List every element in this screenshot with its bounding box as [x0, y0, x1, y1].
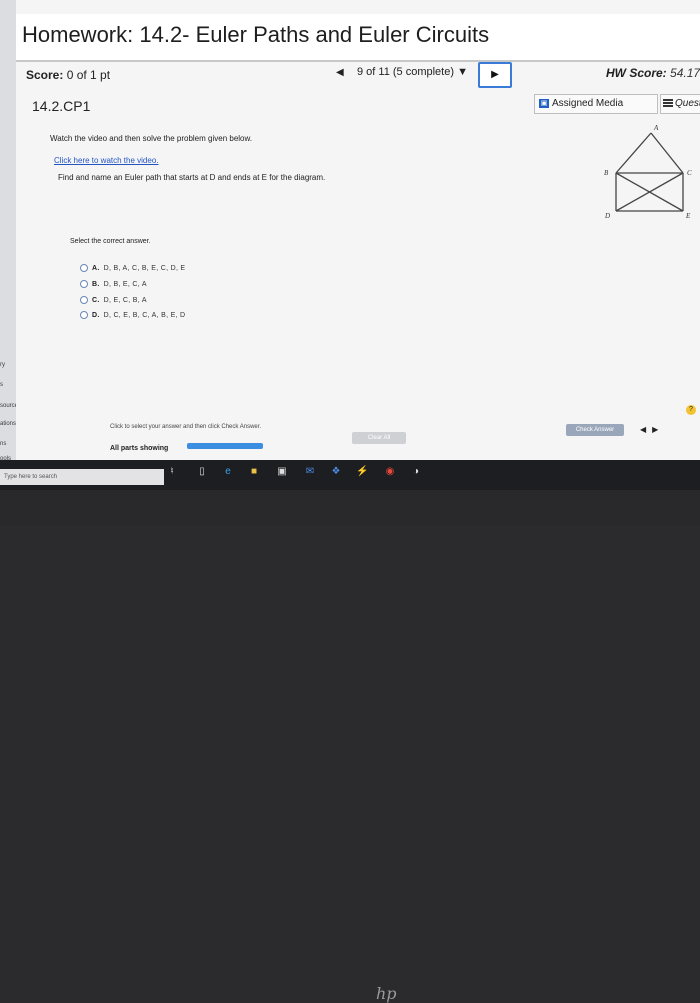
screen: ry s sources ations ns ools › › › Homewo…: [0, 0, 700, 490]
question-nav-arrows[interactable]: ◀▶: [640, 425, 664, 434]
hw-score-label: HW Score:: [606, 66, 667, 80]
vertex-label-a: A: [653, 124, 659, 132]
footer-instruction: Click to select your answer and then cli…: [110, 424, 262, 430]
euler-diagram: A B C D E: [604, 124, 692, 220]
choice-text: D, E, C, B, A: [103, 296, 147, 304]
left-navigation: [0, 0, 17, 490]
assigned-media-button[interactable]: ▣ Assigned Media: [534, 94, 658, 114]
assigned-media-label: Assigned Media: [552, 98, 624, 109]
page-title: Homework: 14.2- Euler Paths and Euler Ci…: [22, 22, 490, 47]
sidebar-item[interactable]: ations: [0, 421, 16, 427]
taskbar: Type here to search ♮ ▯ e ■ ▣ ✉ ❖ ⚡ ◉ ◑: [0, 460, 700, 490]
app-icon[interactable]: ⚡: [356, 466, 368, 478]
question-help-label: Questi: [675, 98, 700, 109]
question-bar: 14.2.CP1 ▣Assigned Media Questi: [24, 94, 700, 118]
question-id: 14.2.CP1: [32, 98, 91, 114]
progress-text: 9 of 11 (5 complete): [357, 66, 455, 78]
edge-browser-icon[interactable]: e: [222, 466, 234, 478]
chrome-icon[interactable]: ◉: [384, 466, 396, 478]
select-answer-prompt: Select the correct answer.: [70, 238, 151, 245]
clear-all-button[interactable]: Clear All: [352, 432, 406, 444]
dropbox-icon[interactable]: ❖: [330, 466, 342, 478]
task-view-icon[interactable]: ▯: [196, 466, 208, 478]
edge-a-c: [650, 132, 684, 174]
menu-icon: [663, 99, 673, 108]
all-parts-showing: All parts showing: [110, 445, 169, 452]
sidebar-item[interactable]: ns: [0, 441, 6, 447]
choice-letter: B.: [92, 280, 100, 288]
store-icon[interactable]: ▣: [276, 466, 288, 478]
score-value: 0 of 1 pt: [66, 68, 111, 82]
instruction-text: Watch the video and then solve the probl…: [50, 134, 253, 143]
score: Score: 0 of 1 pt: [26, 68, 110, 82]
vertex-label-c: C: [687, 169, 692, 177]
main-content: Homework: 14.2- Euler Paths and Euler Ci…: [16, 0, 700, 460]
app-icon[interactable]: ◑: [410, 466, 422, 478]
vertex-label-d: D: [604, 212, 610, 220]
choice-letter: C.: [92, 296, 100, 304]
help-icon[interactable]: ?: [686, 405, 696, 415]
hp-logo: hp: [376, 984, 397, 1003]
next-question-button[interactable]: ▶: [478, 62, 512, 88]
next-arrow-icon[interactable]: ▶: [652, 425, 664, 434]
file-explorer-icon[interactable]: ■: [248, 466, 260, 478]
hw-score-value: 54.17: [670, 66, 700, 80]
mail-icon[interactable]: ✉: [304, 466, 316, 478]
answer-choice-d[interactable]: D. D, C, E, B, C, A, B, E, D: [80, 311, 185, 319]
previous-question-icon[interactable]: ◀: [336, 67, 344, 78]
vertex-label-b: B: [604, 169, 609, 177]
dropdown-caret-icon: ▼: [457, 66, 468, 78]
edge-a-b: [615, 132, 652, 174]
answer-choice-b[interactable]: B. D, B, E, C, A: [80, 280, 147, 288]
radio-button[interactable]: [80, 264, 88, 272]
microphone-icon[interactable]: ♮: [166, 466, 178, 478]
question-progress-dropdown[interactable]: 9 of 11 (5 complete) ▼: [357, 66, 468, 78]
video-link[interactable]: Click here to watch the video.: [54, 156, 159, 165]
problem-prompt: Find and name an Euler path that starts …: [58, 173, 326, 182]
previous-arrow-icon[interactable]: ◀: [640, 425, 652, 434]
vertex-label-e: E: [685, 212, 691, 220]
choice-letter: A.: [92, 264, 100, 272]
choice-text: D, B, E, C, A: [103, 280, 147, 288]
score-row: Score: 0 of 1 pt ◀ 9 of 11 (5 complete) …: [16, 62, 700, 88]
sidebar-item[interactable]: ry: [0, 362, 5, 368]
media-icon: ▣: [539, 98, 549, 108]
check-answer-button[interactable]: Check Answer: [566, 424, 624, 436]
radio-button[interactable]: [80, 311, 88, 319]
question-help-button[interactable]: Questi: [660, 94, 700, 114]
parts-progress-bar: [187, 443, 263, 449]
title-bar: Homework: 14.2- Euler Paths and Euler Ci…: [16, 14, 700, 62]
choice-letter: D.: [92, 311, 100, 319]
choice-text: D, B, A, C, B, E, C, D, E: [103, 264, 186, 272]
choice-text: D, C, E, B, C, A, B, E, D: [103, 311, 186, 319]
score-label: Score:: [26, 68, 64, 82]
laptop-bezel: hp: [0, 490, 700, 1003]
hw-score: HW Score: 54.17: [606, 66, 700, 80]
radio-button[interactable]: [80, 280, 88, 288]
taskbar-search-input[interactable]: Type here to search: [0, 469, 164, 485]
sidebar-item[interactable]: s: [0, 382, 3, 388]
radio-button[interactable]: [80, 296, 88, 304]
play-icon: ▶: [491, 69, 499, 80]
answer-choice-c[interactable]: C. D, E, C, B, A: [80, 296, 147, 304]
answer-choice-a[interactable]: A. D, B, A, C, B, E, C, D, E: [80, 264, 185, 272]
